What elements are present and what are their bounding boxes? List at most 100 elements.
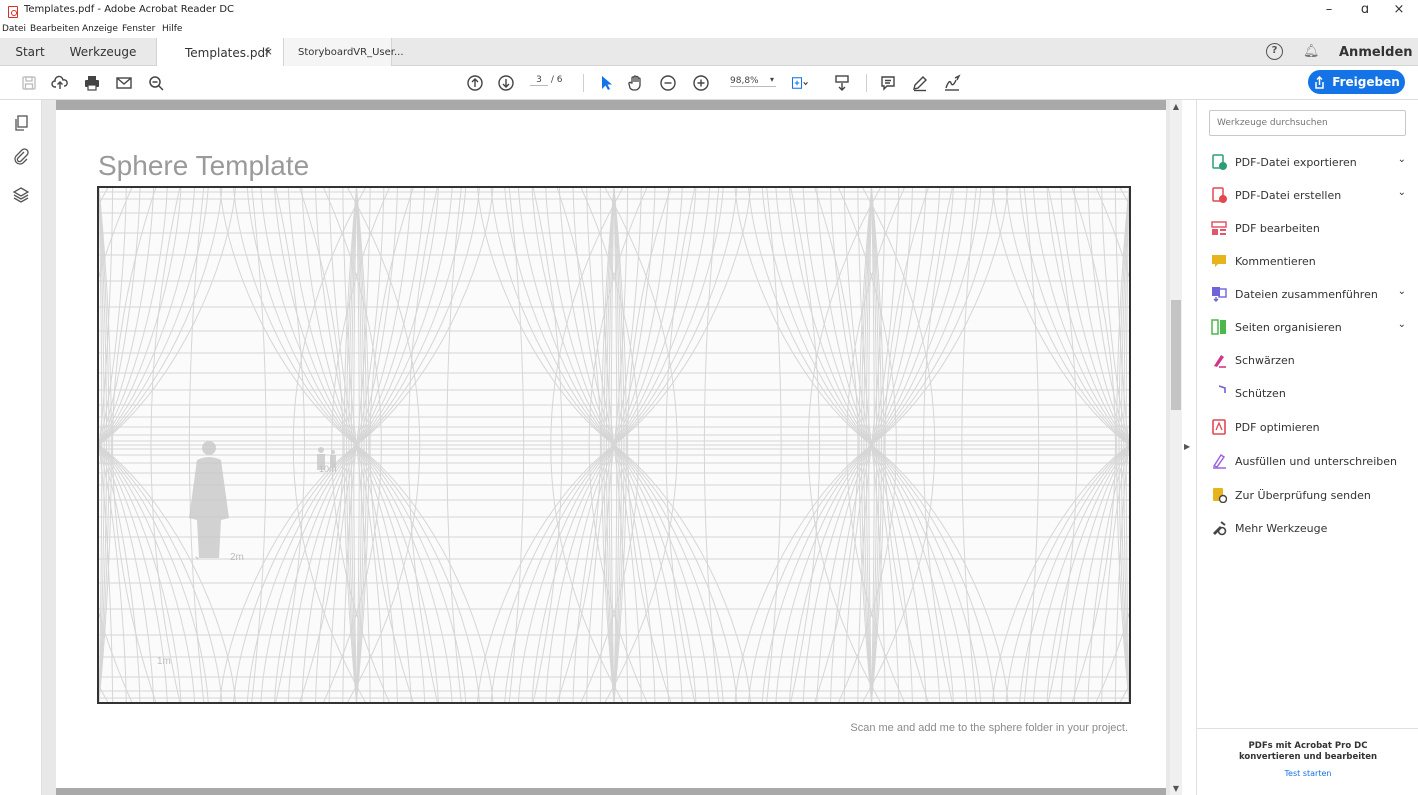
tool-item-edit-pdf[interactable]: PDF bearbeiten [1211,217,1406,239]
tab-tools-label: Werkzeuge [69,45,137,59]
zoom-search-icon[interactable] [147,74,165,92]
upload-cloud-icon[interactable] [51,74,69,92]
menu-hilfe[interactable]: Hilfe [162,24,182,34]
tool-item-label: PDF bearbeiten [1235,221,1320,235]
tool-item-optimize-pdf[interactable]: PDF optimieren [1211,416,1406,438]
tool-item-label: Schwärzen [1235,353,1295,367]
select-cursor-icon[interactable] [597,74,615,92]
tab-start-label: Start [15,45,45,59]
collapse-right-pane-icon[interactable]: ▶ [1184,442,1190,451]
read-mode-icon[interactable] [833,74,851,92]
fill-sign-icon [1211,453,1227,469]
zoom-level-value: 98,8% [730,76,759,86]
tool-item-export-pdf[interactable]: PDF-Datei exportieren ⌄ [1211,151,1406,173]
menu-bearbeiten[interactable]: Bearbeiten [30,24,79,34]
scale-label-1m: 1m [157,656,171,667]
maximize-button[interactable]: ɑ [1350,2,1380,17]
organize-pages-icon [1211,319,1227,335]
chevron-down-icon[interactable]: ⌄ [1398,187,1406,198]
attachment-icon[interactable] [12,147,30,165]
scroll-thumb[interactable] [1171,300,1181,410]
document-viewport[interactable]: Sphere Template 1m 2m 10m Scan me and ad… [42,100,1170,795]
promo-line-2: konvertieren und bearbeiten [1238,752,1378,762]
zoom-level-select[interactable]: 98,8% ▾ [730,75,776,87]
scroll-up-icon[interactable]: ▲ [1171,102,1181,111]
hand-tool-icon[interactable] [627,74,645,92]
page-total: / 6 [550,75,563,85]
tool-item-send-review[interactable]: Zur Überprüfung senden [1211,484,1406,506]
tool-item-label: Schützen [1235,386,1286,400]
toolbar: 3 / 6 98,8% ▾ [0,66,1418,100]
page-gap [56,100,1166,110]
tool-item-organize-pages[interactable]: Seiten organisieren ⌄ [1211,316,1406,338]
tool-item-redact[interactable]: Schwärzen [1211,349,1406,371]
redact-icon [1211,352,1227,368]
acrobat-icon [8,6,18,18]
sphere-grid-image: 1m 2m 10m [97,186,1131,704]
start-trial-link[interactable]: Test starten [1197,769,1418,778]
page-fit-icon[interactable] [791,74,815,92]
comment-icon [1211,253,1227,269]
share-button[interactable]: Freigeben [1308,70,1405,94]
chevron-down-icon[interactable]: ⌄ [1398,286,1406,297]
next-page-icon[interactable] [497,74,515,92]
tool-item-create-pdf[interactable]: PDF-Datei erstellen ⌄ [1211,184,1406,206]
promo-line-1: PDFs mit Acrobat Pro DC [1248,741,1368,751]
tools-search-input[interactable] [1209,110,1406,136]
more-tools-icon [1211,520,1227,536]
highlight-pen-icon[interactable] [911,74,929,92]
layers-icon[interactable] [12,186,30,204]
tool-item-comment[interactable]: Kommentieren [1211,250,1406,272]
tool-item-label: Mehr Werkzeuge [1235,521,1328,535]
sign-icon[interactable] [943,74,961,92]
tool-item-label: Zur Überprüfung senden [1235,488,1371,502]
tab-tools[interactable]: Werkzeuge [60,38,146,66]
tab-start[interactable]: Start [0,38,60,66]
comment-icon[interactable] [879,74,897,92]
tool-item-combine-files[interactable]: Dateien zusammenführen ⌄ [1211,283,1406,305]
scroll-down-icon[interactable]: ▼ [1171,784,1181,793]
tool-item-fill-sign[interactable]: Ausfüllen und unterschreiben [1211,450,1406,472]
chevron-down-icon[interactable]: ⌄ [1398,319,1406,330]
tab-storyboard[interactable]: StoryboardVR_User... [284,38,404,66]
combine-files-icon [1211,286,1227,302]
page-number-input[interactable]: 3 [530,75,548,86]
menu-datei[interactable]: Datei [2,24,26,34]
menu-fenster[interactable]: Fenster [122,24,155,34]
tab-templates-pdf[interactable]: Templates.pdf × [156,38,284,67]
email-icon[interactable] [115,74,133,92]
minimize-button[interactable]: – [1314,2,1344,17]
share-button-label: Freigeben [1332,75,1400,89]
save-icon[interactable] [20,74,38,92]
page-thumbnails-icon[interactable] [12,114,30,132]
tool-item-more-tools[interactable]: Mehr Werkzeuge [1211,517,1406,539]
toolbar-divider [866,74,867,92]
tool-item-protect[interactable]: Schützen [1211,382,1406,404]
equirectangular-grid: 1m 2m 10m [99,188,1129,702]
tool-item-label: Seiten organisieren [1235,320,1342,334]
tab-bar: Start Werkzeuge Templates.pdf × Storyboa… [0,38,1418,67]
menu-anzeige[interactable]: Anzeige [82,24,118,34]
acrobat-pro-promo: PDFs mit Acrobat Pro DC konvertieren und… [1197,728,1418,778]
document-title: Sphere Template [98,150,310,181]
chevron-down-icon[interactable]: ⌄ [1398,154,1406,165]
zoom-out-icon[interactable] [659,74,677,92]
tab-storyboard-label: StoryboardVR_User... [298,46,404,58]
help-icon[interactable]: ? [1266,43,1283,60]
close-button[interactable]: × [1384,2,1414,17]
title-bar: Templates.pdf - Adobe Acrobat Reader DC … [0,0,1418,24]
print-icon[interactable] [83,74,101,92]
bell-icon[interactable]: 🔔︎ [1303,44,1320,59]
optimize-pdf-icon [1211,419,1227,435]
vertical-scrollbar[interactable]: ▲ ▼ [1170,100,1182,795]
tool-item-label: Ausfüllen und unterschreiben [1235,454,1397,468]
previous-page-icon[interactable] [466,74,484,92]
tool-item-label: PDF optimieren [1235,420,1320,434]
signin-button[interactable]: Anmelden [1339,45,1413,60]
tab-close-icon[interactable]: × [264,45,273,58]
tool-item-label: PDF-Datei erstellen [1235,188,1342,202]
tool-item-label: Kommentieren [1235,254,1316,268]
left-navigation-pane [0,100,42,795]
zoom-in-icon[interactable] [692,74,710,92]
send-review-icon [1211,487,1227,503]
